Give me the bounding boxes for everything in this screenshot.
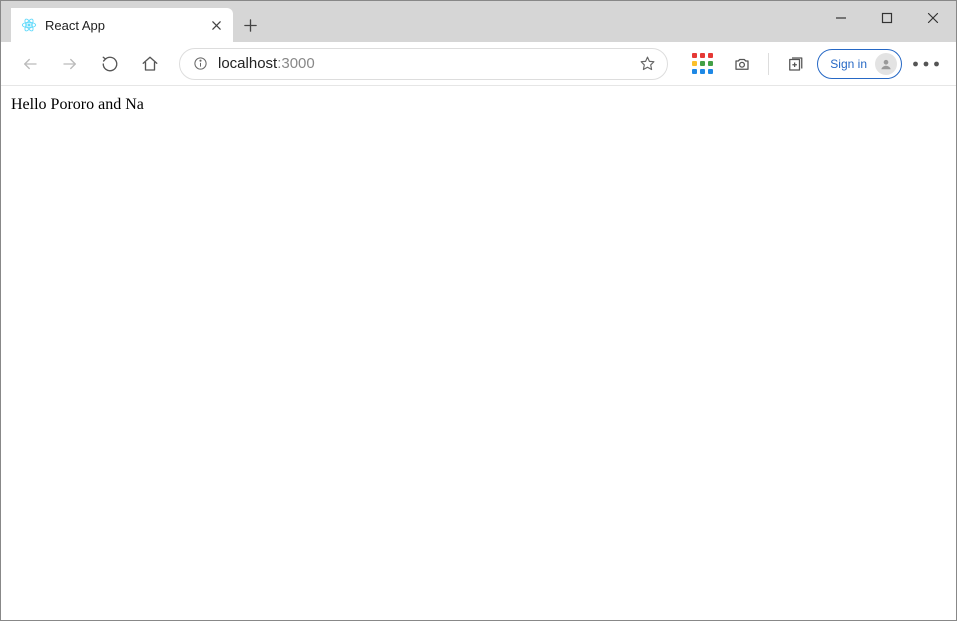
back-button[interactable] — [13, 47, 47, 81]
collections-button[interactable] — [777, 47, 813, 81]
minimize-button[interactable] — [818, 1, 864, 35]
info-icon[interactable] — [192, 56, 208, 72]
toolbar-divider — [768, 53, 769, 75]
signin-label: Sign in — [830, 57, 867, 71]
toolbar-right-group: Sign in — [684, 47, 944, 81]
url-text[interactable]: localhost:3000 — [218, 55, 625, 72]
close-tab-icon[interactable] — [209, 18, 223, 32]
url-host: localhost — [218, 55, 277, 72]
url-port: :3000 — [277, 55, 315, 72]
close-window-button[interactable] — [910, 1, 956, 35]
new-tab-button[interactable] — [233, 8, 267, 42]
tab-title: React App — [45, 18, 201, 33]
react-icon — [21, 17, 37, 33]
maximize-button[interactable] — [864, 1, 910, 35]
browser-tab-active[interactable]: React App — [11, 8, 233, 42]
more-menu-button[interactable] — [908, 47, 944, 81]
home-button[interactable] — [133, 47, 167, 81]
apps-grid-icon — [692, 53, 713, 74]
address-bar[interactable]: localhost:3000 — [179, 48, 668, 80]
refresh-button[interactable] — [93, 47, 127, 81]
apps-button[interactable] — [684, 47, 720, 81]
page-body-text: Hello Pororo and Na — [11, 96, 946, 114]
browser-tab-strip: React App — [1, 1, 956, 42]
screenshot-button[interactable] — [724, 47, 760, 81]
browser-toolbar: localhost:3000 Sign in — [1, 42, 956, 86]
favorite-icon[interactable] — [635, 52, 659, 76]
window-controls — [818, 1, 956, 35]
forward-button[interactable] — [53, 47, 87, 81]
avatar-icon — [875, 53, 897, 75]
page-viewport: Hello Pororo and Na — [1, 86, 956, 620]
signin-button[interactable]: Sign in — [817, 49, 902, 79]
